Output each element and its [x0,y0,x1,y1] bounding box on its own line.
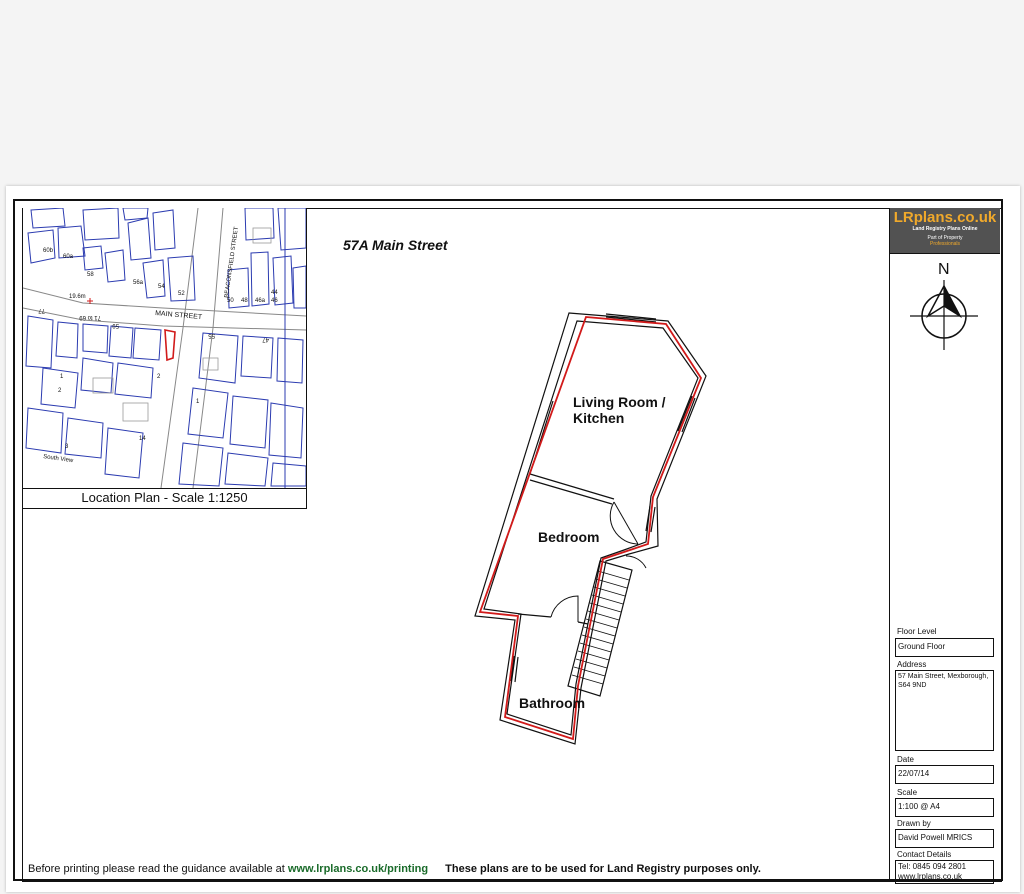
date-label: Date [897,755,914,764]
scale-label: Scale [897,788,918,797]
contact-label: Contact Details [897,850,952,859]
footer-notice: Before printing please read the guidance… [28,863,761,875]
floor-level-field: Ground Floor [895,638,994,657]
footer-text: Before printing please read the guidance… [28,863,285,875]
logo-tagline: Land Registry Plans Online [912,226,978,232]
floor-level-label: Floor Level [897,627,937,636]
lrplans-logo[interactable]: LRplans.co.uk Land Registry Plans Online… [890,208,1000,253]
plan-sheet: BEACONSFIELD STREET MAIN STREET South Vi… [6,186,1020,892]
printing-guidance-link[interactable]: www.lrplans.co.uk/printing [288,863,428,875]
contact-field: Tel: 0845 094 2801 www.lrplans.co.uk [895,860,994,884]
north-arrow-icon: N [910,261,978,350]
date-field: 22/07/14 [895,765,994,784]
address-line-1: 57 Main Street, Mexborough, [898,673,989,680]
logo-part-of-2: Professionals [929,241,960,247]
title-block: LRplans.co.uk Land Registry Plans Online… [889,208,1001,884]
scale-field: 1:100 @ A4 [895,798,994,817]
contact-tel: Tel: 0845 094 2801 [898,862,967,871]
north-label: N [938,261,950,278]
room-label-living-line2: Kitchen [573,410,625,426]
drawn-by-label: Drawn by [897,819,931,828]
logo-name: LRplans.co.uk [893,209,997,226]
room-label-bedroom: Bedroom [538,529,600,545]
room-label-living: Living Room / Kitchen [573,394,666,426]
ownership-boundary [478,316,703,741]
address-line-2: S64 9ND [898,682,927,689]
room-label-bathroom: Bathroom [519,695,586,711]
contact-web: www.lrplans.co.uk [898,872,963,881]
land-registry-notice: These plans are to be used for Land Regi… [445,863,761,875]
address-field: 57 Main Street, Mexborough, S64 9ND [895,670,994,751]
floor-plan [474,312,707,745]
drawn-by-field: David Powell MRICS [895,829,994,848]
room-label-living-line1: Living Room / [573,394,666,410]
address-label: Address [897,660,927,669]
